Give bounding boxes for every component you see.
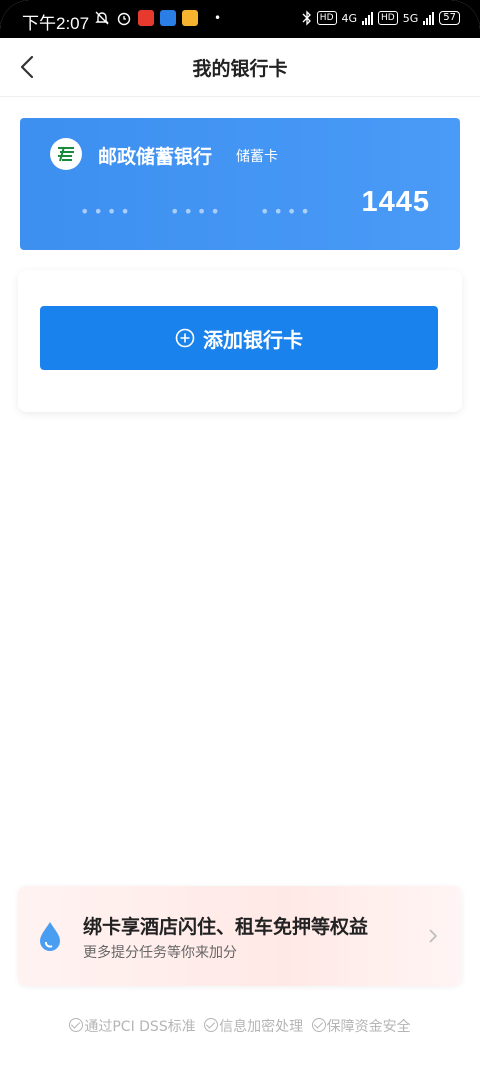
add-card-label: 添加银行卡 (203, 327, 303, 352)
status-bar: 下午2:07 • HD 4G HD 5G 57 (0, 0, 480, 38)
security-item-encryption: 信息加密处理 (204, 1018, 303, 1035)
app-notification-icon-red (138, 10, 154, 26)
security-badges: 通过PCI DSS标准 信息加密处理 保障资金安全 (0, 1016, 480, 1036)
check-circle-icon (311, 1018, 326, 1032)
security-item-pci: 通过PCI DSS标准 (69, 1018, 196, 1035)
status-right-icons: HD 4G HD 5G 57 (302, 10, 460, 26)
nav-bar: 我的银行卡 (0, 38, 480, 97)
bank-card[interactable]: 邮政储蓄银行 储蓄卡 •••• •••• •••• 1445 (20, 118, 460, 250)
status-time: 下午2:07 (22, 14, 90, 33)
banner-subtitle: 更多提分任务等你来加分 (83, 945, 237, 961)
signal-icon (362, 11, 374, 25)
masked-digits-1: •••• (80, 202, 134, 221)
network-label-5g: 5G (402, 11, 419, 25)
dot-icon: • (214, 11, 222, 25)
bank-name: 邮政储蓄银行 (98, 146, 213, 168)
network-label-4g: 4G (341, 11, 358, 25)
hd-badge-2: HD (378, 11, 398, 25)
status-left-icons: • (94, 10, 221, 26)
bell-muted-icon (95, 11, 109, 25)
hd-badge: HD (316, 11, 337, 25)
benefits-banner[interactable]: 绑卡享酒店闪住、租车免押等权益 更多提分任务等你来加分 (18, 886, 462, 986)
page-title: 我的银行卡 (192, 58, 288, 80)
card-type: 储蓄卡 (236, 149, 278, 165)
signal-icon-2 (423, 11, 435, 25)
check-circle-icon (69, 1018, 84, 1032)
security-item-funds: 保障资金安全 (311, 1018, 411, 1035)
plus-circle-icon (175, 328, 195, 348)
card-last-digits: 1445 (361, 186, 430, 218)
battery-icon: 57 (439, 11, 460, 25)
bluetooth-icon (302, 10, 311, 26)
banner-title: 绑卡享酒店闪住、租车免押等权益 (83, 916, 369, 938)
screen: 下午2:07 • HD 4G HD 5G 57 我的银行卡 邮政储蓄银行 储蓄卡… (0, 0, 480, 1067)
page: 我的银行卡 邮政储蓄银行 储蓄卡 •••• •••• •••• 1445 添加银… (0, 38, 480, 1067)
masked-digits-3: •••• (260, 202, 314, 221)
water-drop-icon (40, 922, 60, 951)
alarm-icon (117, 12, 131, 26)
check-circle-icon (204, 1018, 219, 1032)
app-notification-icon-blue (160, 10, 176, 26)
add-card-panel: 添加银行卡 (18, 270, 462, 412)
app-notification-icon-yellow (182, 10, 198, 26)
chevron-right-icon (429, 929, 438, 943)
masked-digits-2: •••• (170, 202, 224, 221)
add-card-button[interactable]: 添加银行卡 (40, 306, 438, 370)
postal-bank-logo-icon (50, 138, 82, 170)
